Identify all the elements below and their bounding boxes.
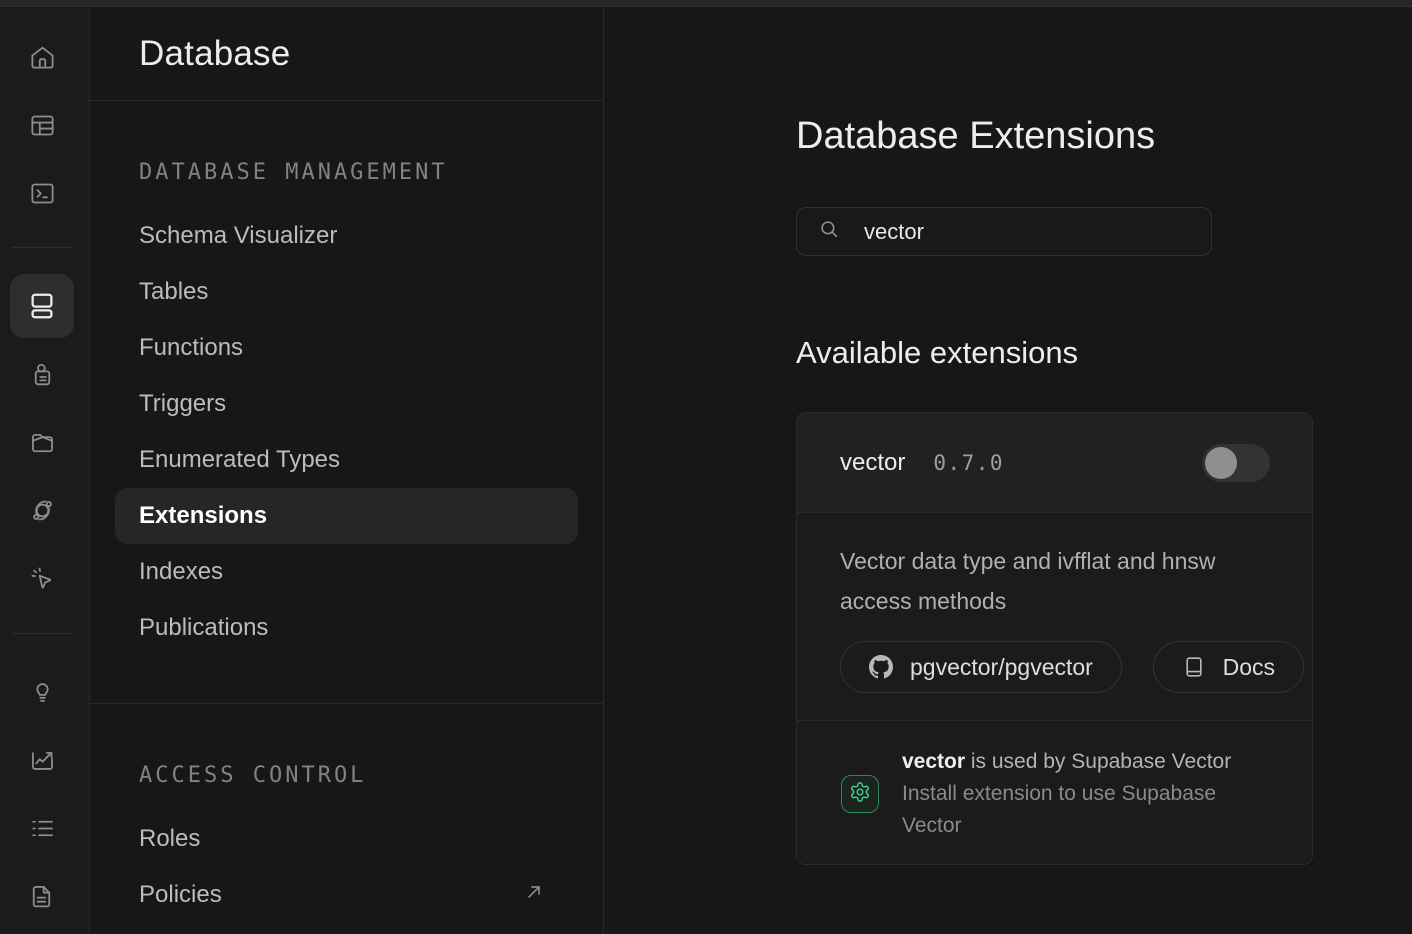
github-repo-label: pgvector/pgvector	[910, 654, 1093, 681]
main-content: Database Extensions Available extensions…	[604, 8, 1412, 934]
section-header: DATABASE MANAGEMENT	[139, 161, 578, 185]
sidebar-item-roles[interactable]: Roles	[139, 811, 578, 867]
docs-button[interactable]: Docs	[1153, 641, 1304, 693]
rail-api-docs-button[interactable]	[16, 870, 68, 922]
sidebar-item-tables[interactable]: Tables	[139, 264, 578, 320]
supabase-vector-icon-box	[841, 775, 879, 813]
storage-icon	[29, 429, 56, 456]
api-docs-icon	[29, 883, 56, 910]
extension-card-vector: vector 0.7.0 Vector data type and ivffla…	[796, 412, 1313, 865]
extension-links-row: pgvector/pgvector Docs	[840, 641, 1304, 693]
rail-edge-functions-button[interactable]	[16, 484, 68, 536]
auth-icon	[29, 361, 56, 388]
extension-name: vector	[840, 449, 905, 477]
rail-database-button[interactable]	[10, 274, 74, 338]
usage-note-rest: is used by Supabase Vector	[965, 750, 1231, 773]
rail-storage-button[interactable]	[16, 416, 68, 468]
supabase-studio-window: Database DATABASE MANAGEMENT Schema Visu…	[0, 0, 1412, 934]
reports-icon	[29, 747, 56, 774]
gear-icon	[849, 781, 871, 808]
usage-note-line1: vector is used by Supabase Vector	[902, 750, 1231, 773]
toggle-knob	[1205, 447, 1237, 479]
extension-description: Vector data type and ivfflat and hnsw ac…	[840, 541, 1245, 621]
extension-card-footer: vector is used by Supabase Vector Instal…	[797, 720, 1312, 864]
sidebar-item-schema-visualizer[interactable]: Schema Visualizer	[139, 208, 578, 264]
sidebar-item-triggers[interactable]: Triggers	[139, 376, 578, 432]
advisors-icon	[29, 678, 56, 705]
github-icon	[869, 655, 893, 679]
page-title: Database Extensions	[796, 112, 1412, 160]
database-sidebar: Database DATABASE MANAGEMENT Schema Visu…	[90, 8, 604, 934]
sidebar-item-functions[interactable]: Functions	[139, 320, 578, 376]
rail-home-button[interactable]	[16, 31, 68, 83]
available-extensions-heading: Available extensions	[796, 332, 1412, 374]
home-icon	[29, 44, 56, 71]
primary-icon-rail	[0, 8, 90, 934]
extension-card-header: vector 0.7.0	[797, 413, 1312, 512]
sidebar-title-row: Database	[90, 8, 603, 101]
table-editor-icon	[29, 112, 56, 139]
usage-note: vector is used by Supabase Vector Instal…	[902, 746, 1270, 842]
database-icon	[27, 291, 57, 321]
edge-functions-icon	[29, 497, 56, 524]
book-icon	[1182, 655, 1206, 679]
usage-note-install: Install extension to use Supabase Vector	[902, 782, 1216, 837]
sidebar-item-extensions[interactable]: Extensions	[115, 488, 578, 544]
extension-card-body: Vector data type and ivfflat and hnsw ac…	[797, 512, 1312, 720]
rail-realtime-button[interactable]	[16, 552, 68, 604]
rail-divider	[12, 633, 72, 634]
extension-version: 0.7.0	[933, 451, 1004, 475]
github-repo-button[interactable]: pgvector/pgvector	[840, 641, 1122, 693]
extensions-search-box[interactable]	[796, 207, 1212, 256]
rail-logs-button[interactable]	[16, 802, 68, 854]
logs-icon	[29, 815, 56, 842]
rail-reports-button[interactable]	[16, 734, 68, 786]
sidebar-item-enumerated-types[interactable]: Enumerated Types	[139, 432, 578, 488]
section-header: ACCESS CONTROL	[139, 764, 578, 788]
rail-table-editor-button[interactable]	[16, 99, 68, 151]
external-link-icon	[524, 881, 544, 909]
sidebar-title: Database	[139, 34, 290, 74]
extension-enable-toggle[interactable]	[1202, 444, 1270, 482]
usage-note-extension-name: vector	[902, 750, 965, 773]
top-bar-edge	[0, 0, 1412, 7]
search-input[interactable]	[864, 219, 1194, 245]
sidebar-item-policies[interactable]: Policies	[139, 867, 578, 923]
search-icon	[818, 218, 840, 245]
sidebar-item-publications[interactable]: Publications	[139, 600, 578, 656]
sidebar-item-label: Policies	[139, 881, 222, 909]
rail-advisors-button[interactable]	[16, 665, 68, 717]
docs-label: Docs	[1223, 654, 1275, 681]
realtime-icon	[29, 565, 56, 592]
sidebar-section-database-management: DATABASE MANAGEMENT Schema Visualizer Ta…	[90, 101, 603, 656]
sidebar-section-access-control: ACCESS CONTROL Roles Policies	[90, 703, 603, 923]
rail-divider	[12, 247, 72, 248]
rail-sql-editor-button[interactable]	[16, 167, 68, 219]
sidebar-item-indexes[interactable]: Indexes	[139, 544, 578, 600]
sql-editor-icon	[29, 180, 56, 207]
rail-auth-button[interactable]	[16, 348, 68, 400]
